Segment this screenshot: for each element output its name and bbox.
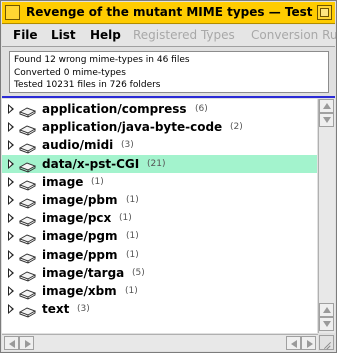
mime-type-name: image/targa (42, 265, 125, 280)
close-box-icon[interactable] (5, 5, 20, 20)
mime-type-name: application/java-byte-code (42, 120, 223, 135)
file-count: (1) (91, 176, 104, 187)
file-count: (1) (126, 231, 139, 242)
folder-icon (18, 267, 37, 282)
menu-file[interactable]: File (13, 28, 38, 42)
mime-type-name: image/pbm (42, 193, 118, 207)
mime-type-name: image/pcx (42, 211, 112, 226)
file-count: (1) (125, 286, 138, 296)
tree-row[interactable]: data/x-pst-CGI (21) (2, 154, 317, 173)
file-count: (6) (195, 104, 208, 114)
folder-icon (18, 285, 37, 300)
arrow-down-icon[interactable] (319, 113, 334, 127)
folder-icon (18, 230, 37, 245)
arrow-left-icon[interactable] (4, 336, 19, 350)
horizontal-scrollbar[interactable] (2, 334, 318, 351)
folder-icon (18, 121, 37, 136)
mime-type-name: image/ppm (42, 247, 118, 262)
vertical-scrollbar[interactable] (318, 99, 335, 333)
file-count: (1) (126, 195, 139, 205)
menu-list[interactable]: List (51, 28, 76, 42)
expand-triangle-icon[interactable] (8, 158, 14, 169)
window-title: Revenge of the mutant MIME types — Testi… (26, 5, 313, 19)
file-count: (1) (126, 249, 139, 260)
menu-bar: File List Help Registered Types Conversi… (2, 25, 336, 47)
arrow-down-icon[interactable] (319, 317, 334, 331)
expand-triangle-icon[interactable] (8, 195, 14, 205)
tree-row[interactable]: application/compress (6) (2, 100, 317, 118)
expand-triangle-icon[interactable] (8, 267, 14, 278)
tree-row[interactable]: audio/midi (3) (2, 136, 317, 154)
expand-triangle-icon[interactable] (8, 286, 14, 296)
folder-icon (18, 212, 37, 227)
file-count: (5) (132, 267, 145, 278)
arrow-left-icon[interactable] (286, 336, 301, 350)
tree-row[interactable]: image/xbm (1) (2, 282, 317, 300)
expand-triangle-icon[interactable] (8, 304, 14, 315)
tree-row[interactable]: image/targa (5) (2, 264, 317, 282)
mime-type-name: image/xbm (42, 284, 117, 298)
expand-triangle-icon[interactable] (8, 249, 14, 260)
file-count: (3) (77, 304, 90, 315)
folder-icon (18, 249, 37, 264)
arrow-up-icon[interactable] (319, 99, 334, 113)
menu-conversion[interactable]: Conversion Ru (251, 28, 336, 42)
folder-icon (18, 176, 37, 191)
expand-triangle-icon[interactable] (8, 213, 14, 224)
resize-grip-icon[interactable] (319, 335, 334, 350)
mime-type-name: text (42, 302, 70, 317)
zoom-box-icon[interactable] (317, 5, 332, 20)
tree-row[interactable]: text (3) (2, 300, 317, 318)
mime-type-name: data/x-pst-CGI (42, 156, 140, 171)
mime-type-name: application/compress (42, 102, 187, 116)
expand-triangle-icon[interactable] (8, 104, 14, 114)
menu-registered-types[interactable]: Registered Types (133, 28, 235, 42)
arrow-up-icon[interactable] (319, 303, 334, 317)
status-report: Found 12 wrong mime-types in 46 files Co… (9, 51, 329, 93)
file-count: (1) (119, 213, 132, 224)
file-count: (3) (121, 140, 134, 151)
report-line-found: Found 12 wrong mime-types in 46 files (14, 55, 190, 65)
tree-row[interactable]: image/pcx (1) (2, 209, 317, 227)
tree-row[interactable]: image/pbm (1) (2, 191, 317, 209)
report-line-converted: Converted 0 mime-types (14, 67, 126, 78)
menu-help[interactable]: Help (90, 28, 121, 42)
mime-type-name: audio/midi (42, 138, 114, 153)
title-bar[interactable]: Revenge of the mutant MIME types — Testi… (2, 2, 335, 24)
tree-row[interactable]: application/java-byte-code (2) (2, 118, 317, 136)
expand-triangle-icon[interactable] (8, 122, 14, 133)
arrow-right-icon[interactable] (19, 336, 34, 350)
folder-icon (18, 194, 37, 209)
file-count: (21) (147, 158, 166, 169)
folder-icon (18, 139, 37, 154)
folder-icon (18, 303, 37, 318)
tree-row[interactable]: image (1) (2, 173, 317, 191)
mime-types-window: Revenge of the mutant MIME types — Testi… (0, 0, 337, 353)
mime-type-tree[interactable]: application/compress (6) application/java-… (2, 99, 317, 333)
expand-triangle-icon[interactable] (8, 140, 14, 151)
expand-triangle-icon[interactable] (8, 176, 14, 187)
arrow-right-icon[interactable] (301, 336, 316, 350)
folder-icon (18, 103, 37, 118)
tree-row[interactable]: image/pgm (1) (2, 227, 317, 245)
tree-row[interactable]: image/ppm (1) (2, 246, 317, 264)
folder-icon (18, 158, 37, 173)
report-line-tested: Tested 10231 files in 726 folders (14, 80, 161, 90)
file-count: (2) (230, 122, 243, 133)
mime-type-name: image (42, 174, 84, 189)
divider (2, 96, 335, 98)
expand-triangle-icon[interactable] (8, 231, 14, 242)
mime-type-name: image/pgm (42, 229, 118, 244)
